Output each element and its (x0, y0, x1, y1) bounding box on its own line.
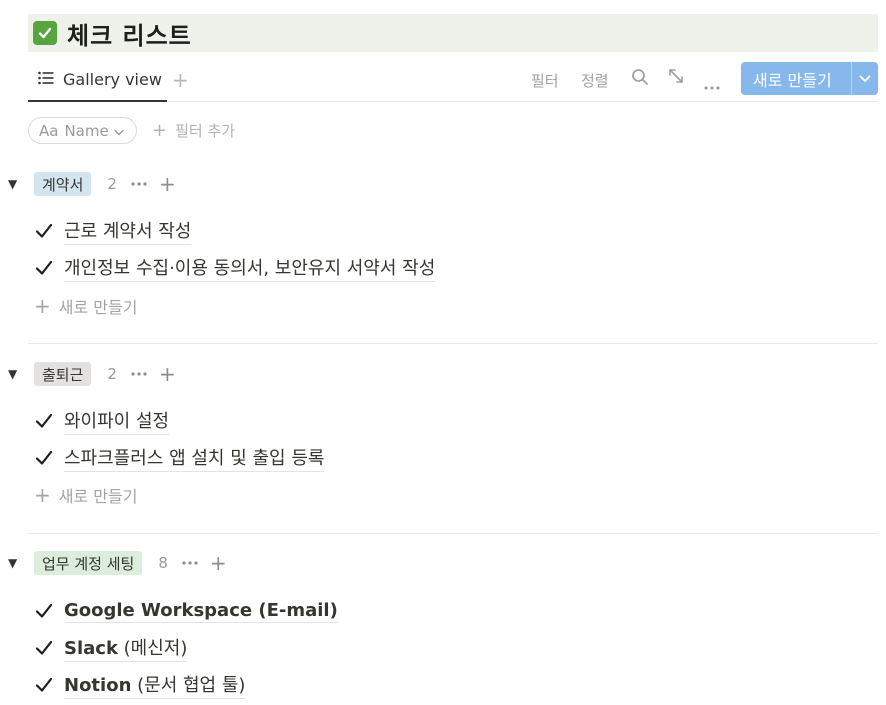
list-item[interactable]: 개인정보 수집·이용 동의서, 보안유지 서약서 작성 (34, 253, 436, 283)
group-header: ▼ 계약서 2 + (8, 171, 176, 197)
item-title-rest: (문서 협업 툴) (131, 675, 246, 696)
group-count: 2 (107, 175, 117, 193)
new-button-label: 새로 만들기 (753, 70, 832, 90)
check-icon (34, 411, 54, 431)
view-bar: Gallery view + 필터 정렬 새로 만들기 (28, 58, 878, 102)
expand-icon[interactable] (668, 68, 684, 88)
name-filter-label: Name (64, 121, 109, 140)
group-header: ▼ 업무 계정 세팅 8 + (8, 550, 227, 576)
sort-button[interactable]: 정렬 (581, 70, 609, 91)
group-add-button[interactable]: + (159, 362, 176, 386)
list-item[interactable]: Slack (메신저) (34, 633, 188, 663)
add-filter-label: 필터 추가 (175, 122, 236, 140)
group-divider (28, 343, 878, 344)
filter-row: Aa Name + 필터 추가 (28, 117, 628, 145)
group-count: 2 (107, 365, 117, 383)
check-icon (34, 221, 54, 241)
tab-gallery-view-label: Gallery view (63, 69, 162, 89)
group-divider (28, 533, 878, 534)
new-item-label: 새로 만들기 (58, 298, 138, 317)
list-item[interactable]: Google Workspace (E-mail) (34, 596, 338, 626)
new-item-button[interactable]: + 새로 만들기 (34, 483, 137, 507)
item-title: 근로 계약서 작성 (64, 217, 192, 245)
item-title: 와이파이 설정 (64, 407, 170, 435)
group-tag: 계약서 (34, 172, 92, 196)
more-options-icon[interactable] (131, 182, 147, 186)
list-icon (38, 70, 54, 89)
item-title-rest: (메신저) (117, 638, 188, 659)
list-item[interactable]: 근로 계약서 작성 (34, 216, 192, 246)
check-icon (34, 258, 54, 278)
group-tag: 업무 계정 세팅 (34, 551, 143, 575)
name-filter-chip[interactable]: Aa Name (28, 117, 137, 144)
group-header: ▼ 출퇴근 2 + (8, 361, 176, 387)
toggle-triangle-icon[interactable]: ▼ (8, 177, 34, 191)
item-title: Notion (문서 협업 툴) (64, 671, 246, 699)
list-item[interactable]: 와이파이 설정 (34, 406, 170, 436)
tab-gallery-view[interactable]: Gallery view (28, 58, 167, 102)
plus-icon: + (34, 483, 51, 507)
check-icon (34, 601, 54, 621)
item-title-bold: Google Workspace (E-mail) (64, 599, 338, 621)
chevron-down-icon (114, 122, 124, 140)
add-filter-button[interactable]: + 필터 추가 (152, 120, 235, 141)
group-count: 8 (158, 554, 168, 572)
toggle-triangle-icon[interactable]: ▼ (8, 367, 34, 381)
item-title: Slack (메신저) (64, 634, 188, 662)
chevron-down-icon[interactable] (852, 75, 871, 83)
filter-button[interactable]: 필터 (531, 70, 559, 91)
list-item[interactable]: Notion (문서 협업 툴) (34, 670, 246, 700)
item-title: 스파크플러스 앱 설치 및 출입 등록 (64, 444, 325, 472)
new-item-label: 새로 만들기 (58, 487, 138, 506)
more-options-icon[interactable] (182, 561, 198, 565)
item-title: 개인정보 수집·이용 동의서, 보안유지 서약서 작성 (64, 254, 436, 282)
check-icon (34, 675, 54, 695)
page-title-bar: 체크 리스트 (28, 14, 878, 52)
more-options-icon[interactable] (704, 75, 720, 94)
list-item[interactable]: 스파크플러스 앱 설치 및 출입 등록 (34, 443, 325, 473)
plus-icon: + (34, 294, 51, 318)
item-title: Google Workspace (E-mail) (64, 600, 338, 623)
new-item-button[interactable]: + 새로 만들기 (34, 294, 137, 318)
toggle-triangle-icon[interactable]: ▼ (8, 556, 34, 570)
check-mark-button-icon (33, 21, 57, 45)
check-icon (34, 638, 54, 658)
item-title-bold: Notion (64, 675, 132, 696)
page-title: 체크 리스트 (67, 21, 192, 50)
add-view-button[interactable]: + (172, 68, 189, 92)
text-property-icon: Aa (39, 121, 59, 140)
plus-icon: + (152, 120, 168, 141)
group-add-button[interactable]: + (210, 551, 227, 575)
group-add-button[interactable]: + (159, 172, 176, 196)
check-icon (34, 448, 54, 468)
new-button[interactable]: 새로 만들기 (741, 62, 878, 95)
more-options-icon[interactable] (131, 372, 147, 376)
item-title-bold: Slack (64, 638, 118, 659)
group-tag: 출퇴근 (34, 362, 92, 386)
search-icon[interactable] (631, 68, 649, 90)
